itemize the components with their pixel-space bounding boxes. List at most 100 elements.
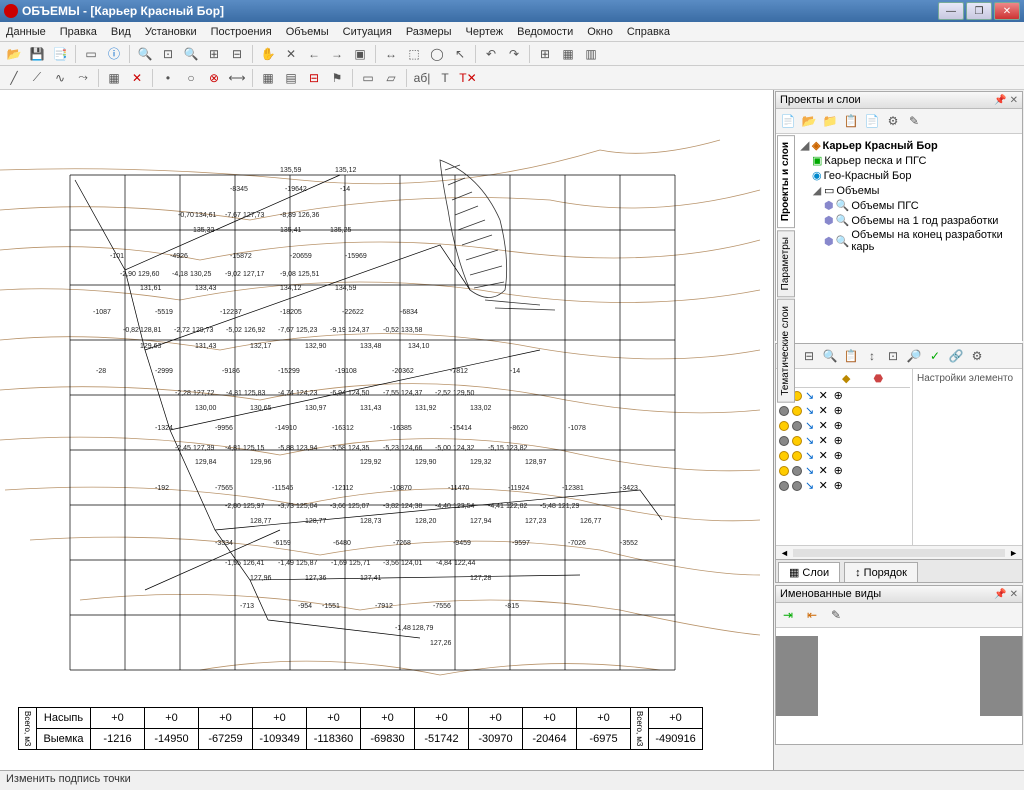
- maximize-button[interactable]: ❐: [966, 2, 992, 20]
- cascade-icon[interactable]: ▥: [581, 44, 601, 64]
- pin-icon[interactable]: 📌 ✕: [994, 95, 1018, 106]
- polyline-icon[interactable]: ⟋: [27, 68, 47, 88]
- cursor-icon[interactable]: ↖: [450, 44, 470, 64]
- layer-link-icon[interactable]: 🔗: [946, 346, 966, 366]
- box-icon[interactable]: ▣: [350, 44, 370, 64]
- grid-icon[interactable]: ▦: [104, 68, 124, 88]
- layers-icon[interactable]: 📑: [50, 44, 70, 64]
- zoom-in-icon[interactable]: 🔍: [135, 44, 155, 64]
- lasso-icon[interactable]: ◯: [427, 44, 447, 64]
- menu-item[interactable]: Чертеж: [466, 26, 504, 38]
- arrow-icon[interactable]: ⤳: [73, 68, 93, 88]
- sheet-icon[interactable]: ▭: [358, 68, 378, 88]
- layer-move-icon[interactable]: ↕: [862, 346, 882, 366]
- layer-row[interactable]: ↘✕⊕: [778, 388, 910, 403]
- layer-del-icon[interactable]: ⊟: [799, 346, 819, 366]
- measure-icon[interactable]: ↔: [381, 44, 401, 64]
- zoom-window-icon[interactable]: ⊡: [158, 44, 178, 64]
- tree-subitem[interactable]: ⬢🔍Объемы ПГС: [800, 198, 1018, 213]
- minimize-button[interactable]: —: [938, 2, 964, 20]
- open2-icon[interactable]: 📂: [799, 111, 819, 131]
- del-text-icon[interactable]: T✕: [458, 68, 478, 88]
- edit-icon[interactable]: ✎: [904, 111, 924, 131]
- drawing-area[interactable]: 135,59135,12-8345-19642-14-0,70134,61-7,…: [0, 90, 774, 770]
- info-icon[interactable]: ⓘ: [104, 44, 124, 64]
- table-icon[interactable]: ▦: [258, 68, 278, 88]
- vtab-themes[interactable]: Тематические слои: [777, 299, 795, 403]
- menu-item[interactable]: Ведомости: [517, 26, 573, 38]
- vtab-params[interactable]: Параметры: [777, 230, 795, 297]
- tree-subitem[interactable]: ⬢🔍Объемы на 1 год разработки: [800, 213, 1018, 228]
- text-icon[interactable]: аб|: [412, 68, 432, 88]
- copy-icon[interactable]: 📋: [841, 111, 861, 131]
- menu-item[interactable]: Окно: [587, 26, 613, 38]
- window-icon[interactable]: ⊞: [535, 44, 555, 64]
- arrow-r-icon[interactable]: →: [327, 44, 347, 64]
- view-del-icon[interactable]: ✎: [826, 605, 846, 625]
- close-button[interactable]: ✕: [994, 2, 1020, 20]
- point-icon[interactable]: •: [158, 68, 178, 88]
- delete-icon[interactable]: ✕: [127, 68, 147, 88]
- props-icon[interactable]: ⚙: [883, 111, 903, 131]
- layer-row[interactable]: ↘✕⊕: [778, 403, 910, 418]
- tree-item[interactable]: ▣Карьер песка и ПГС: [800, 153, 1018, 168]
- layer-row[interactable]: ↘✕⊕: [778, 433, 910, 448]
- menu-item[interactable]: Установки: [145, 26, 197, 38]
- save-icon[interactable]: 💾: [27, 44, 47, 64]
- layer-row[interactable]: ↘✕⊕: [778, 463, 910, 478]
- frame-icon[interactable]: ▭: [81, 44, 101, 64]
- zoom-extents-icon[interactable]: ⊞: [204, 44, 224, 64]
- pan-icon[interactable]: ✋: [258, 44, 278, 64]
- menu-item[interactable]: Построения: [211, 26, 272, 38]
- tree-item[interactable]: ◢▭Объемы: [800, 183, 1018, 198]
- menu-item[interactable]: Размеры: [406, 26, 452, 38]
- paste-icon[interactable]: 📄: [862, 111, 882, 131]
- vtab-projects[interactable]: Проекты и слои: [777, 135, 795, 228]
- layer-copy-icon[interactable]: 📋: [841, 346, 861, 366]
- layer-find-icon[interactable]: 🔎: [904, 346, 924, 366]
- undo-icon[interactable]: ↶: [481, 44, 501, 64]
- new-icon[interactable]: 📄: [778, 111, 798, 131]
- select-icon[interactable]: ⬚: [404, 44, 424, 64]
- menu-item[interactable]: Правка: [60, 26, 97, 38]
- flag-icon[interactable]: ⚑: [327, 68, 347, 88]
- node-icon[interactable]: ○: [181, 68, 201, 88]
- tab-layers[interactable]: ▦Слои: [778, 562, 840, 582]
- layer-check-icon[interactable]: ✓: [925, 346, 945, 366]
- layer-row[interactable]: ↘✕⊕: [778, 478, 910, 493]
- open-icon[interactable]: 📂: [4, 44, 24, 64]
- menu-item[interactable]: Вид: [111, 26, 131, 38]
- tree-item[interactable]: ◉Гео-Красный Бор: [800, 168, 1018, 183]
- layer-row[interactable]: ↘✕⊕: [778, 418, 910, 433]
- folder-icon[interactable]: 📁: [820, 111, 840, 131]
- table2-icon[interactable]: ▤: [281, 68, 301, 88]
- tab-layer-order[interactable]: ↕Порядок: [844, 562, 918, 582]
- dim-icon[interactable]: ⟷: [227, 68, 247, 88]
- arrows-icon[interactable]: ✕: [281, 44, 301, 64]
- zoom-out-icon[interactable]: 🔍: [181, 44, 201, 64]
- layer-row[interactable]: ↘✕⊕: [778, 448, 910, 463]
- redo-icon[interactable]: ↷: [504, 44, 524, 64]
- del-row-icon[interactable]: ⊟: [304, 68, 324, 88]
- menu-item[interactable]: Ситуация: [343, 26, 392, 38]
- menu-item[interactable]: Объемы: [286, 26, 329, 38]
- label-icon[interactable]: T: [435, 68, 455, 88]
- layer-props-icon[interactable]: ⊡: [883, 346, 903, 366]
- del-node-icon[interactable]: ⊗: [204, 68, 224, 88]
- curve-icon[interactable]: ∿: [50, 68, 70, 88]
- view-add-icon[interactable]: ⇥: [778, 605, 798, 625]
- view-thumb[interactable]: [980, 636, 1022, 716]
- view-thumb[interactable]: [776, 636, 818, 716]
- page-icon[interactable]: ▱: [381, 68, 401, 88]
- tile-icon[interactable]: ▦: [558, 44, 578, 64]
- menu-item[interactable]: Данные: [6, 26, 46, 38]
- arrow-l-icon[interactable]: ←: [304, 44, 324, 64]
- tree-root[interactable]: ◢◈Карьер Красный Бор: [800, 138, 1018, 153]
- zoom-fit-icon[interactable]: ⊟: [227, 44, 247, 64]
- layer-cfg-icon[interactable]: ⚙: [967, 346, 987, 366]
- layer-filter-icon[interactable]: 🔍: [820, 346, 840, 366]
- view-go-icon[interactable]: ⇤: [802, 605, 822, 625]
- pin-icon[interactable]: 📌 ✕: [994, 589, 1018, 600]
- tree-subitem[interactable]: ⬢🔍Объемы на конец разработки карь: [800, 228, 1018, 254]
- line-icon[interactable]: ╱: [4, 68, 24, 88]
